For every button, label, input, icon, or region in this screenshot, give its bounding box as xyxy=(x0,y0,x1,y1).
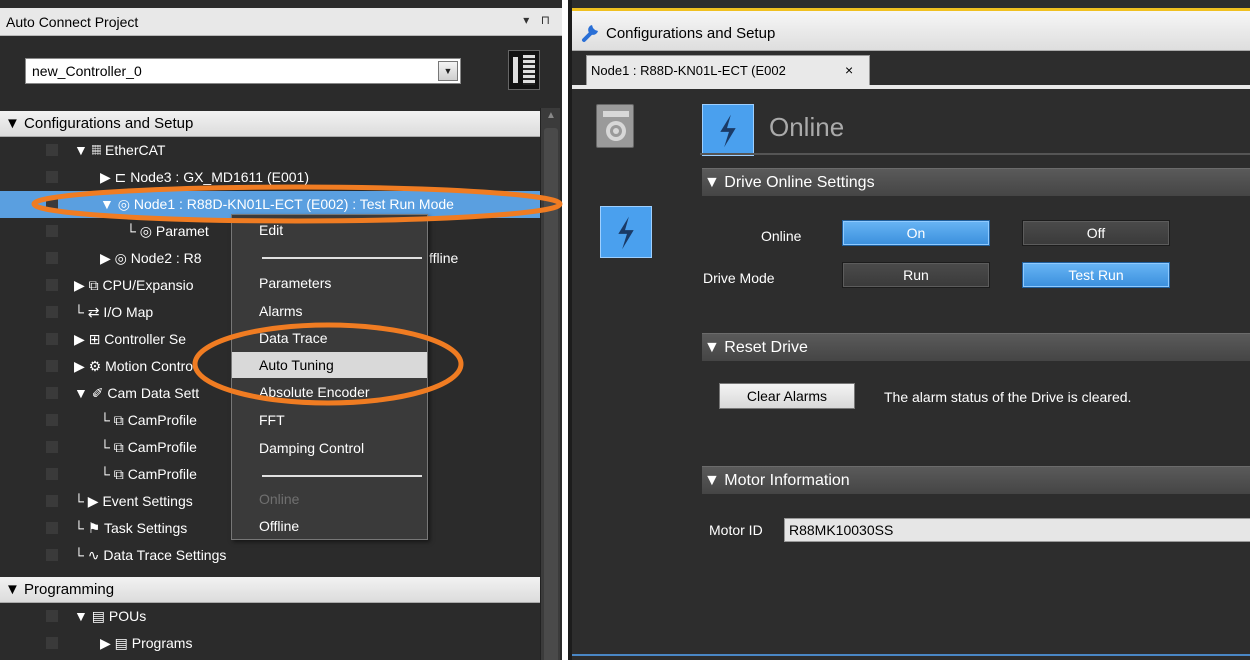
online-on-button[interactable]: On xyxy=(842,220,990,246)
dropdown-arrow-icon[interactable]: ▼ xyxy=(438,61,458,81)
scrollbar-thumb[interactable] xyxy=(544,128,558,660)
configurations-editor-pane: Configurations and Setup Node1 : R88D-KN… xyxy=(568,0,1250,660)
motor-id-value: R88MK10030SS xyxy=(789,522,894,538)
tree-item-ethercat[interactable]: ▼ 𝄜 EtherCAT xyxy=(0,137,540,164)
online-label: Online xyxy=(761,228,802,244)
menu-item-fft[interactable]: FFT xyxy=(232,407,427,433)
row-marker xyxy=(46,171,58,183)
row-marker xyxy=(46,333,58,345)
menu-separator xyxy=(262,475,422,477)
row-marker xyxy=(46,637,58,649)
project-explorer-titlebar: Auto Connect Project ▾ ⊓ xyxy=(0,8,562,36)
menu-item-parameters[interactable]: Parameters xyxy=(232,270,427,296)
tree-item-data-trace-settings[interactable]: └ ∿ Data Trace Settings xyxy=(0,542,540,569)
pane-pin-controls[interactable]: ▾ ⊓ xyxy=(523,13,554,27)
row-marker xyxy=(46,549,58,561)
controller-select-value: new_Controller_0 xyxy=(32,63,142,79)
online-title: Online xyxy=(769,112,845,142)
drive-online-settings-header[interactable]: ▼ Drive Online Settings xyxy=(702,168,1250,196)
controller-icon[interactable] xyxy=(508,50,540,90)
section-configurations-and-setup[interactable]: ▼ Configurations and Setup xyxy=(0,111,540,137)
row-marker xyxy=(46,225,58,237)
motor-information-header[interactable]: ▼ Motor Information xyxy=(702,466,1250,494)
pane-bottom-border xyxy=(572,654,1250,656)
editor-title: Configurations and Setup xyxy=(606,25,776,42)
row-marker xyxy=(46,387,58,399)
drive-mode-label: Drive Mode xyxy=(703,270,775,286)
programming-tree: ▼ ▤ POUs ▶ ▤ Programs xyxy=(0,603,540,660)
online-header-icon xyxy=(702,104,754,156)
tree-item-pous[interactable]: ▼ ▤ POUs xyxy=(0,603,540,630)
row-marker xyxy=(46,252,58,264)
row-marker xyxy=(46,360,58,372)
row-marker xyxy=(46,441,58,453)
menu-item-data-trace[interactable]: Data Trace xyxy=(232,325,427,351)
row-marker xyxy=(46,522,58,534)
drive-mode-test-run-button[interactable]: Test Run xyxy=(1022,262,1170,288)
drive-mode-run-button[interactable]: Run xyxy=(842,262,990,288)
menu-item-online: Online xyxy=(259,491,300,507)
menu-item-alarms[interactable]: Alarms xyxy=(232,298,427,324)
reset-drive-description: The alarm status of the Drive is cleared… xyxy=(884,389,1132,405)
close-icon[interactable]: × xyxy=(845,62,853,78)
row-marker xyxy=(46,144,58,156)
row-marker xyxy=(46,306,58,318)
reset-drive-header[interactable]: ▼ Reset Drive xyxy=(702,333,1250,361)
row-marker xyxy=(46,610,58,622)
motor-id-label: Motor ID xyxy=(709,522,763,538)
tab-node1-label: Node1 : R88D-KN01L-ECT (E002 xyxy=(591,63,786,78)
menu-item-offline[interactable]: Offline xyxy=(232,513,427,539)
controller-select[interactable]: new_Controller_0 ▼ xyxy=(25,58,461,84)
menu-item-edit[interactable]: Edit xyxy=(232,217,427,243)
drive-online-content: Online ▼ Drive Online Settings Online On… xyxy=(572,89,1250,660)
tree-item-node3[interactable]: ▶ ⊏ Node3 : GX_MD1611 (E001) xyxy=(0,164,540,191)
menu-item-damping-control[interactable]: Damping Control xyxy=(232,435,427,461)
context-menu: Edit Parameters Alarms Data Trace Auto T… xyxy=(231,214,428,540)
controller-row: new_Controller_0 ▼ xyxy=(0,36,562,108)
row-marker xyxy=(46,414,58,426)
online-lightning-icon[interactable] xyxy=(600,206,652,258)
motor-id-field[interactable]: R88MK10030SS xyxy=(784,518,1250,542)
servo-drive-icon[interactable] xyxy=(596,104,634,148)
row-marker xyxy=(46,198,58,210)
scroll-up-icon[interactable]: ▲ xyxy=(544,110,558,124)
menu-item-absolute-encoder[interactable]: Absolute Encoder xyxy=(232,379,427,405)
clear-alarms-button[interactable]: Clear Alarms xyxy=(719,383,855,409)
header-divider xyxy=(700,153,1250,155)
menu-separator xyxy=(262,257,422,259)
wrench-icon xyxy=(582,25,598,42)
row-marker xyxy=(46,279,58,291)
section-programming[interactable]: ▼ Programming xyxy=(0,577,540,603)
tree-scrollbar[interactable]: ▲ xyxy=(540,108,560,660)
project-explorer-title: Auto Connect Project xyxy=(6,14,139,30)
row-marker xyxy=(46,495,58,507)
editor-titlebar: Configurations and Setup xyxy=(572,11,1250,51)
menu-item-auto-tuning[interactable]: Auto Tuning xyxy=(232,352,427,378)
row-marker xyxy=(46,468,58,480)
tree-item-node2-suffix: ffline xyxy=(429,250,459,266)
tree-item-programs[interactable]: ▶ ▤ Programs xyxy=(0,630,540,657)
tab-node1[interactable]: Node1 : R88D-KN01L-ECT (E002 × xyxy=(586,55,870,85)
online-off-button[interactable]: Off xyxy=(1022,220,1170,246)
document-tab-strip: Node1 : R88D-KN01L-ECT (E002 × xyxy=(572,51,1250,85)
